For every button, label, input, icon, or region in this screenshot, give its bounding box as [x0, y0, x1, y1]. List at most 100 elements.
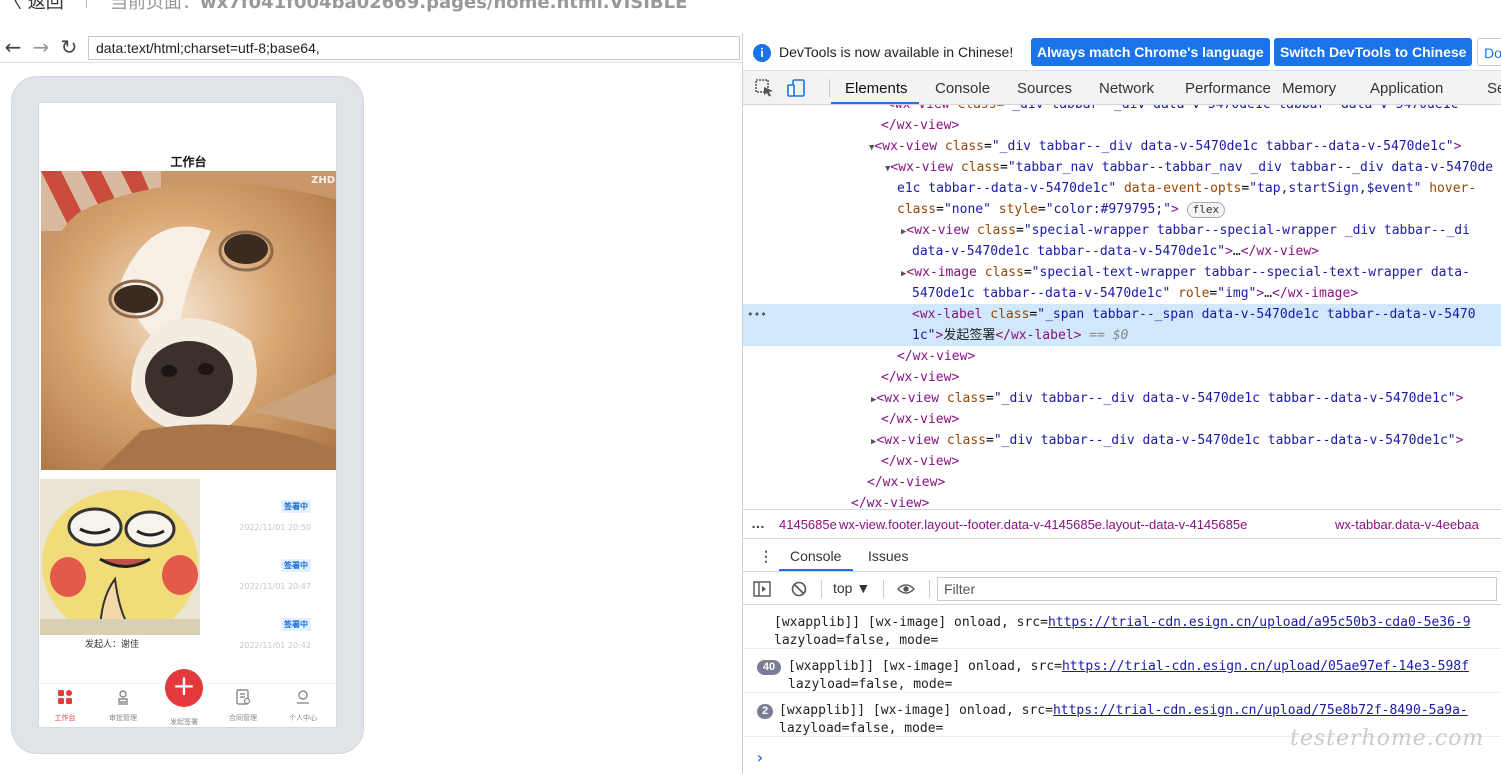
dom-node-line[interactable]: ▶<wx-view class="special-wrapper tabbar-… — [901, 220, 1501, 241]
reload-icon[interactable]: ↻ — [58, 36, 80, 58]
dom-node-line[interactable]: 5470de1c tabbar--data-v-5470de1c" role="… — [912, 283, 1501, 304]
flex-badge[interactable]: flex — [1186, 202, 1226, 218]
devtools-panel: i DevTools is now available in Chinese! … — [742, 33, 1501, 774]
top-strip: 〈 返回 当前页面：wx7f041f004ba02669.pages/home.… — [0, 0, 1501, 32]
drawer-tab-console[interactable]: Console — [790, 548, 841, 564]
tab-sources[interactable]: Sources — [1017, 80, 1072, 97]
dom-node-line[interactable]: data-v-5470de1c tabbar--data-v-5470de1c"… — [912, 241, 1501, 262]
clear-console-icon[interactable] — [790, 581, 808, 597]
tab-start-sign-label: 发起签署 — [170, 718, 198, 726]
dom-node-line[interactable]: ▼<wx-view class="tabbar_nav tabbar--tabb… — [885, 157, 1501, 178]
sticker-image — [40, 479, 200, 635]
device-toggle-icon[interactable] — [787, 79, 807, 97]
tab-workbench[interactable]: 工作台 — [45, 689, 85, 723]
switch-language-button[interactable]: Switch DevTools to Chinese — [1274, 38, 1473, 66]
current-page-value: wx7f041f004ba02669.pages/home.html.VISIB… — [200, 0, 688, 13]
console-link[interactable]: https://trial-cdn.esign.cn/upload/05ae97… — [1062, 659, 1469, 674]
drawer-tabbar: ⋮ Console Issues — [743, 540, 1501, 572]
dom-node-line[interactable]: </wx-view> — [881, 115, 1501, 136]
eye-icon[interactable] — [897, 581, 915, 597]
dom-node-line[interactable]: class="none" style="color:#979795;"> fle… — [897, 199, 1501, 220]
tab-network[interactable]: Network — [1099, 80, 1154, 97]
context-selector[interactable]: top ▼ — [833, 580, 870, 596]
dom-node-line[interactable]: </wx-view> — [881, 451, 1501, 472]
console-prompt[interactable]: › — [755, 748, 765, 767]
browser-navbar: ← → ↻ data:text/html;charset=utf-8;base6… — [0, 33, 742, 63]
start-sign-button[interactable]: + — [165, 669, 203, 707]
match-language-button[interactable]: Always match Chrome's language — [1031, 38, 1270, 66]
timestamp: 2022/11/01 20:47 — [239, 582, 311, 591]
tab-performance[interactable]: Performance — [1185, 80, 1271, 97]
divider — [929, 580, 930, 598]
dom-node-line[interactable]: </wx-view> — [881, 367, 1501, 388]
breadcrumb-overflow[interactable]: … — [751, 515, 765, 531]
console-message[interactable]: 40 [wxapplib]] [wx-image] onload, src=ht… — [743, 650, 1501, 693]
corgi-photo — [41, 171, 336, 470]
grid-icon — [58, 690, 72, 704]
selected-dom-node[interactable]: ••• <wx-label class="_span tabbar--_span… — [743, 304, 1501, 346]
elements-tree: <wx-view class="_div tabbar--_div data-v… — [743, 105, 1501, 509]
tab-application[interactable]: Application — [1370, 80, 1443, 97]
active-tab-indicator — [779, 569, 853, 571]
dom-node-line[interactable]: <wx-view class="_div tabbar--_div data-v… — [887, 105, 1501, 115]
console-message-text: lazyload=false, mode= — [779, 721, 944, 736]
sidebar-toggle-icon[interactable] — [753, 581, 771, 597]
tab-contracts[interactable]: 合同管理 — [223, 689, 263, 723]
language-infobar: i DevTools is now available in Chinese! … — [743, 33, 1501, 71]
chevron-down-icon: ▼ — [856, 580, 871, 596]
breadcrumb-item[interactable]: wx-view.footer.layout--footer.data-v-414… — [839, 517, 1247, 532]
breadcrumb-item[interactable]: 4145685e — [779, 517, 837, 532]
banner-image[interactable]: ZHD — [41, 171, 336, 470]
tab-label: 个人中心 — [289, 714, 317, 722]
back-link[interactable]: 〈 返回 — [4, 0, 64, 14]
phone-screen: 工作台 ZHD 签署中 2022/11/01 20:50 签署中 2022/11… — [38, 102, 337, 728]
inspect-icon[interactable] — [755, 79, 775, 97]
devtools-tabbar: Elements Console Sources Network Perform… — [743, 71, 1501, 105]
emoji-sticker — [40, 479, 200, 635]
breadcrumb-item[interactable]: wx-tabbar.data-v-4eebaa — [1335, 517, 1479, 532]
kebab-menu-icon[interactable]: ⋮ — [759, 548, 773, 565]
list-item[interactable]: 签署中 2022/11/01 20:42 — [191, 612, 311, 650]
console-filter-input[interactable]: Filter — [937, 577, 1497, 601]
forward-arrow-icon[interactable]: → — [30, 36, 52, 58]
back-arrow-icon[interactable]: ← — [2, 36, 24, 58]
dom-node-line[interactable]: ▼<wx-view class="_div tabbar--_div data-… — [869, 136, 1501, 157]
console-message[interactable]: [wxapplib]] [wx-image] onload, src=https… — [743, 606, 1501, 649]
console-message-text: lazyload=false, mode= — [788, 677, 953, 692]
dom-node-line[interactable]: ▶<wx-image class="special-text-wrapper t… — [901, 262, 1501, 283]
tab-elements[interactable]: Elements — [845, 80, 908, 97]
screenshot-root: { "topbar": { "back_label": "返回", "curre… — [0, 0, 1501, 774]
dont-show-again-button[interactable]: Don't show again — [1477, 38, 1501, 66]
list-item[interactable]: 签署中 2022/11/01 20:47 — [191, 553, 311, 591]
console-link[interactable]: https://trial-cdn.esign.cn/upload/a95c50… — [1048, 615, 1471, 630]
dom-node-line[interactable]: </wx-view> — [897, 346, 1501, 367]
watermark: testerhome.com — [1290, 726, 1485, 751]
status-badge: 签署中 — [281, 500, 311, 513]
status-badge: 签署中 — [281, 618, 311, 631]
console-link[interactable]: https://trial-cdn.esign.cn/upload/75e8b7… — [1053, 703, 1468, 718]
tab-console[interactable]: Console — [935, 80, 990, 97]
dom-node-line[interactable]: </wx-view> — [881, 409, 1501, 430]
document-icon — [236, 689, 251, 705]
infobar-text: DevTools is now available in Chinese! — [779, 44, 1014, 60]
tab-approval[interactable]: 审批管理 — [103, 689, 143, 723]
tab-profile[interactable]: 个人中心 — [283, 689, 323, 723]
back-label: 返回 — [27, 0, 64, 13]
divider — [821, 580, 822, 598]
console-message-text: [wxapplib]] [wx-image] onload, src= — [788, 659, 1062, 674]
drawer-tab-issues[interactable]: Issues — [868, 548, 908, 564]
console-message-text: [wxapplib]] [wx-image] onload, src= — [779, 703, 1053, 718]
selected-node-ref: == $0 — [1089, 328, 1129, 343]
dom-node-line[interactable]: ▶<wx-view class="_div tabbar--_div data-… — [871, 430, 1501, 451]
address-bar[interactable]: data:text/html;charset=utf-8;base64, — [88, 36, 740, 60]
list-item[interactable]: 签署中 2022/11/01 20:50 — [191, 494, 311, 532]
tab-memory[interactable]: Memory — [1282, 80, 1336, 97]
dom-node-line[interactable]: </wx-view> — [851, 493, 1501, 509]
dom-node-line[interactable]: </wx-view> — [867, 472, 1501, 493]
more-icon[interactable]: ••• — [747, 304, 767, 325]
dom-node-line[interactable]: e1c tabbar--data-v-5470de1c" data-event-… — [897, 178, 1501, 199]
console-toolbar: top ▼ Filter — [743, 573, 1501, 605]
dom-node-line[interactable]: ▶<wx-view class="_div tabbar--_div data-… — [871, 388, 1501, 409]
tab-security[interactable]: Security — [1487, 80, 1501, 97]
active-tab-indicator — [831, 102, 919, 104]
